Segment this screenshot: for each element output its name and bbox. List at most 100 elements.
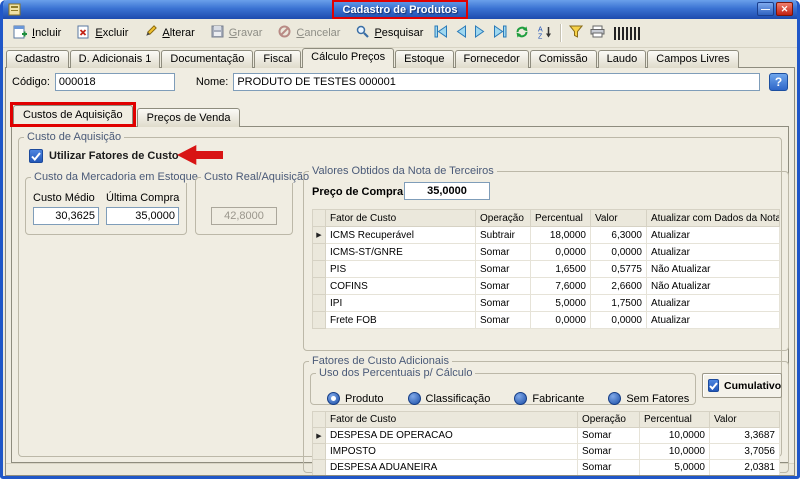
filter-button[interactable] — [566, 22, 586, 44]
column-header[interactable]: Valor — [591, 210, 647, 227]
table-row[interactable]: ▶DESPESA DE OPERACAOSomar10,00003,3687 — [313, 428, 780, 444]
preco-compra-input[interactable] — [404, 182, 490, 200]
radio-classificacao[interactable]: Classificação — [408, 392, 491, 405]
gravar-button[interactable]: Gravar — [203, 20, 270, 46]
refresh-button[interactable] — [511, 22, 533, 45]
cancelar-button[interactable]: Cancelar — [270, 20, 347, 46]
alterar-label: Alterar — [162, 27, 194, 39]
sort-button[interactable]: AZ — [534, 22, 556, 45]
table-cell: 5,0000 — [640, 460, 710, 476]
uso-percentuais-group: Uso dos Percentuais p/ Cálculo Produto C… — [310, 367, 696, 405]
table-row[interactable]: IPISomar5,00001,7500Atualizar — [313, 295, 780, 312]
alterar-button[interactable]: Alterar — [136, 20, 201, 46]
table-cell: Atualizar — [647, 227, 780, 244]
calculo-precos-page: Código: Nome: ? Custos de Aquisição Preç… — [5, 67, 795, 476]
radio-classificacao-control[interactable] — [408, 392, 421, 405]
utilizar-fatores-label: Utilizar Fatores de Custo — [49, 150, 179, 162]
annotation-box-title: Cadastro de Produtos — [332, 0, 469, 19]
table-cell: 6,3000 — [591, 227, 647, 244]
tab-campos-livres[interactable]: Campos Livres — [647, 50, 738, 68]
utilizar-fatores-checkbox[interactable] — [29, 149, 43, 163]
minimize-button[interactable]: — — [757, 2, 774, 16]
nav-next-button[interactable] — [471, 22, 489, 44]
table-row[interactable]: DESPESA ADUANEIRASomar5,00002,0381 — [313, 460, 780, 476]
tab-estoque[interactable]: Estoque — [395, 50, 453, 68]
tab-fiscal[interactable]: Fiscal — [254, 50, 301, 68]
custo-mercadoria-group: Custo da Mercadoria em Estoque Custo Méd… — [25, 171, 187, 235]
radio-classificacao-label: Classificação — [426, 393, 491, 405]
table-cell: IMPOSTO — [326, 444, 578, 460]
ultima-compra-input[interactable] — [106, 207, 179, 225]
excluir-label: Excluir — [95, 27, 128, 39]
nav-last-button[interactable] — [490, 22, 510, 44]
print-button[interactable] — [587, 22, 608, 44]
row-marker-cell — [313, 244, 326, 261]
table-row[interactable]: Frete FOBSomar0,00000,0000Atualizar — [313, 312, 780, 329]
incluir-button[interactable]: Incluir — [6, 20, 68, 46]
nome-input[interactable] — [233, 73, 760, 91]
radio-sem-fatores-label: Sem Fatores — [626, 393, 689, 405]
tab-documentacao[interactable]: Documentação — [161, 50, 253, 68]
excluir-button[interactable]: Excluir — [69, 20, 135, 46]
close-button[interactable]: ✕ — [776, 2, 793, 16]
radio-sem-fatores-control[interactable] — [608, 392, 621, 405]
column-header[interactable]: Valor — [710, 412, 780, 428]
help-button[interactable]: ? — [769, 73, 788, 91]
table-row[interactable]: ICMS-ST/GNRESomar0,00000,0000Atualizar — [313, 244, 780, 261]
table-cell: 0,5775 — [591, 261, 647, 278]
nota-factors-table[interactable]: Fator de CustoOperaçãoPercentualValorAtu… — [312, 209, 780, 329]
table-cell: 0,0000 — [591, 312, 647, 329]
pesquisar-label: Pesquisar — [374, 27, 423, 39]
search-icon — [355, 24, 370, 42]
table-cell: DESPESA ADUANEIRA — [326, 460, 578, 476]
row-marker-cell — [313, 444, 326, 460]
tab-laudo[interactable]: Laudo — [598, 50, 647, 68]
subtab-precos-venda[interactable]: Preços de Venda — [137, 108, 241, 127]
column-header[interactable]: Fator de Custo — [326, 412, 578, 428]
additional-factors-table[interactable]: Fator de CustoOperaçãoPercentualValor▶DE… — [312, 411, 780, 476]
radio-produto-control[interactable] — [327, 392, 340, 405]
table-row[interactable]: IMPOSTOSomar10,00003,7056 — [313, 444, 780, 460]
column-header[interactable]: Percentual — [531, 210, 591, 227]
uso-percentuais-group-title: Uso dos Percentuais p/ Cálculo — [316, 367, 475, 379]
sub-tab-bar: Custos de Aquisição Preços de Venda — [6, 102, 794, 127]
tab-fornecedor[interactable]: Fornecedor — [455, 50, 529, 68]
radio-fabricante[interactable]: Fabricante — [514, 392, 584, 405]
column-header[interactable]: Percentual — [640, 412, 710, 428]
nav-first-button[interactable] — [431, 22, 451, 44]
radio-sem-fatores[interactable]: Sem Fatores — [608, 392, 689, 405]
custo-aquisicao-group-title: Custo de Aquisição — [24, 131, 124, 143]
tab-comissao[interactable]: Comissão — [530, 50, 597, 68]
nav-last-icon — [493, 25, 507, 41]
table-cell: Somar — [476, 312, 531, 329]
table-row[interactable]: COFINSSomar7,60002,6600Não Atualizar — [313, 278, 780, 295]
titlebar[interactable]: Cadastro de Produtos — ✕ — [3, 0, 797, 19]
column-header[interactable]: Fator de Custo — [326, 210, 476, 227]
subtab-custos-aquisicao[interactable]: Custos de Aquisição — [13, 105, 133, 124]
nav-next-icon — [474, 25, 486, 41]
tab-cadastro[interactable]: Cadastro — [6, 50, 69, 68]
custo-medio-input[interactable] — [33, 207, 99, 225]
table-row[interactable]: ▶ICMS RecuperávelSubtrair18,00006,3000At… — [313, 227, 780, 244]
cumulativo-checkbox[interactable] — [708, 379, 719, 392]
table-cell: 2,6600 — [591, 278, 647, 295]
table-cell: 10,0000 — [640, 428, 710, 444]
table-cell: 7,6000 — [531, 278, 591, 295]
column-header[interactable]: Operação — [578, 412, 640, 428]
sort-az-icon: AZ — [537, 25, 553, 42]
pesquisar-button[interactable]: Pesquisar — [348, 20, 430, 46]
column-header[interactable]: Operação — [476, 210, 531, 227]
cancelar-label: Cancelar — [296, 27, 340, 39]
column-header[interactable]: Atualizar com Dados da Nota — [647, 210, 780, 227]
radio-produto[interactable]: Produto — [327, 392, 384, 405]
codigo-input[interactable] — [55, 73, 175, 91]
tab-calculo-precos[interactable]: Cálculo Preços — [302, 48, 394, 68]
tab-d-adicionais-1[interactable]: D. Adicionais 1 — [70, 50, 161, 68]
table-cell: ICMS-ST/GNRE — [326, 244, 476, 261]
row-marker-cell — [313, 312, 326, 329]
table-cell: Somar — [578, 444, 640, 460]
cumulativo-box[interactable]: Cumulativo — [702, 373, 782, 398]
table-row[interactable]: PISSomar1,65000,5775Não Atualizar — [313, 261, 780, 278]
nav-prev-button[interactable] — [452, 22, 470, 44]
radio-fabricante-control[interactable] — [514, 392, 527, 405]
